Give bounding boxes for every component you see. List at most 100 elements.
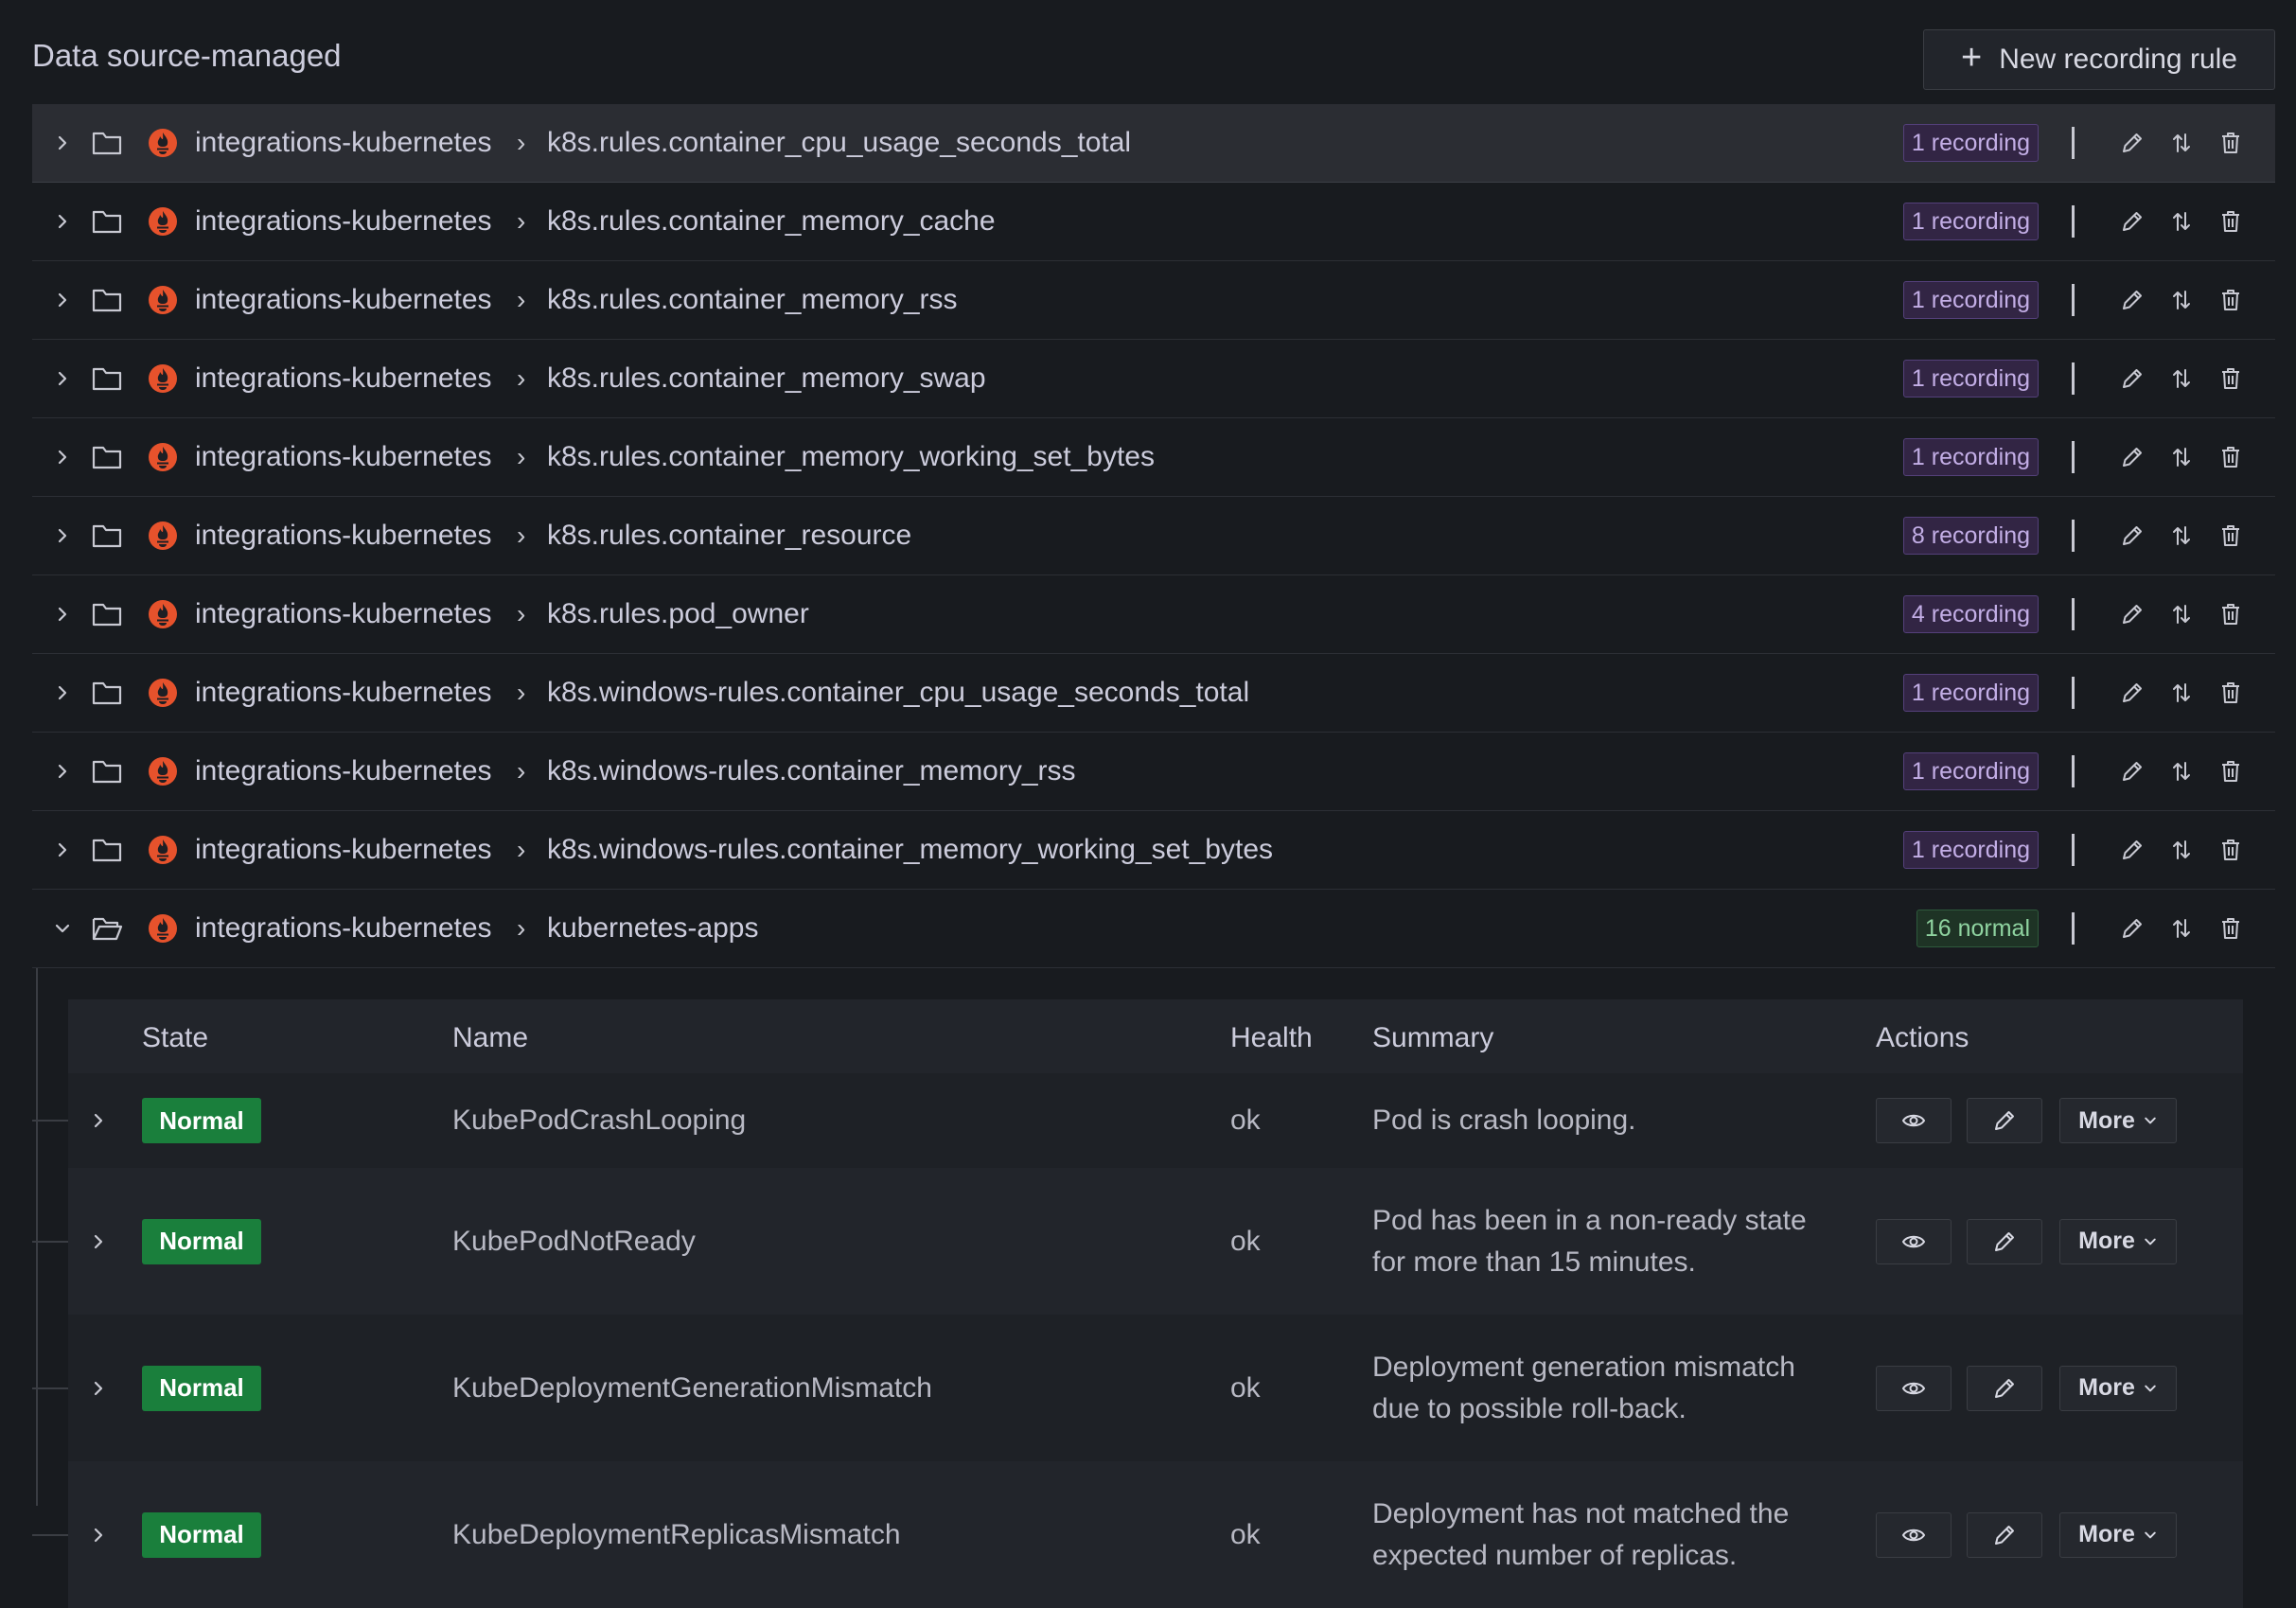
- breadcrumb-separator: ›: [517, 599, 526, 628]
- chevron-right-icon[interactable]: [53, 762, 72, 781]
- action-divider: [2072, 677, 2075, 709]
- folder-icon: [91, 364, 123, 393]
- rule-group-row[interactable]: integrations-kubernetes › kubernetes-apps 1…: [32, 890, 2275, 968]
- pencil-icon[interactable]: [2118, 129, 2146, 157]
- view-rule-button[interactable]: [1876, 1511, 1952, 1558]
- pencil-icon[interactable]: [2118, 836, 2146, 864]
- arrows-up-down-icon[interactable]: [2167, 836, 2196, 864]
- group-namespace: integrations-kubernetes: [195, 834, 492, 865]
- eye-icon: [1900, 1228, 1927, 1255]
- tree-branch-line: [32, 1533, 68, 1536]
- chevron-right-icon[interactable]: [53, 133, 72, 152]
- trash-icon[interactable]: [2217, 600, 2245, 628]
- trash-icon[interactable]: [2217, 757, 2245, 786]
- pencil-icon[interactable]: [2118, 364, 2146, 393]
- more-menu-button[interactable]: More: [2059, 1365, 2177, 1411]
- prometheus-logo-icon: [148, 521, 178, 551]
- chevron-right-icon[interactable]: [53, 683, 72, 702]
- arrows-up-down-icon[interactable]: [2167, 286, 2196, 314]
- rule-group-row[interactable]: integrations-kubernetes › k8s.rules.contai…: [32, 340, 2275, 418]
- rule-group-row[interactable]: integrations-kubernetes › k8s.rules.contai…: [32, 104, 2275, 183]
- trash-icon[interactable]: [2217, 836, 2245, 864]
- chevron-right-icon[interactable]: [53, 212, 72, 231]
- chevron-down-icon[interactable]: [53, 919, 72, 938]
- pencil-icon[interactable]: [2118, 443, 2146, 471]
- state-badge: Normal: [142, 1098, 261, 1143]
- prometheus-logo-icon: [148, 678, 178, 708]
- chevron-right-icon[interactable]: [53, 291, 72, 309]
- arrows-up-down-icon[interactable]: [2167, 129, 2196, 157]
- action-divider: [2072, 441, 2075, 473]
- group-count-badge: 1 recording: [1902, 438, 2039, 476]
- view-rule-button[interactable]: [1876, 1098, 1952, 1143]
- arrows-up-down-icon[interactable]: [2167, 914, 2196, 943]
- pencil-icon[interactable]: [2118, 600, 2146, 628]
- pencil-icon[interactable]: [2118, 286, 2146, 314]
- rule-group-row[interactable]: integrations-kubernetes › k8s.windows-rule…: [32, 811, 2275, 890]
- more-label: More: [2078, 1228, 2135, 1254]
- arrows-up-down-icon[interactable]: [2167, 521, 2196, 550]
- breadcrumb-separator: ›: [517, 835, 526, 864]
- trash-icon[interactable]: [2217, 443, 2245, 471]
- edit-rule-button[interactable]: [1967, 1365, 2042, 1411]
- pencil-icon[interactable]: [2118, 679, 2146, 707]
- trash-icon[interactable]: [2217, 364, 2245, 393]
- edit-rule-button[interactable]: [1967, 1098, 2042, 1143]
- more-menu-button[interactable]: More: [2059, 1511, 2177, 1558]
- chevron-right-icon[interactable]: [53, 369, 72, 388]
- pencil-icon[interactable]: [2118, 914, 2146, 943]
- prometheus-logo-icon: [148, 285, 178, 315]
- rule-group-row[interactable]: integrations-kubernetes › k8s.rules.contai…: [32, 418, 2275, 497]
- rule-group-row[interactable]: integrations-kubernetes › k8s.rules.pod_ow…: [32, 575, 2275, 654]
- trash-icon[interactable]: [2217, 679, 2245, 707]
- arrows-up-down-icon[interactable]: [2167, 443, 2196, 471]
- chevron-right-icon[interactable]: [89, 1232, 108, 1251]
- trash-icon[interactable]: [2217, 286, 2245, 314]
- arrows-up-down-icon[interactable]: [2167, 364, 2196, 393]
- action-divider: [2072, 598, 2075, 630]
- rule-health: ok: [1230, 1225, 1261, 1257]
- rule-group-row[interactable]: integrations-kubernetes › k8s.rules.contai…: [32, 261, 2275, 340]
- rule-group-row[interactable]: integrations-kubernetes › k8s.rules.contai…: [32, 183, 2275, 261]
- new-recording-rule-label: New recording rule: [1999, 44, 2237, 75]
- rule-group-row[interactable]: integrations-kubernetes › k8s.windows-rule…: [32, 733, 2275, 811]
- rule-group-row[interactable]: integrations-kubernetes › k8s.windows-rule…: [32, 654, 2275, 733]
- trash-icon[interactable]: [2217, 521, 2245, 550]
- arrows-up-down-icon[interactable]: [2167, 679, 2196, 707]
- column-header-name: Name: [452, 1022, 529, 1053]
- pencil-icon[interactable]: [2118, 207, 2146, 236]
- group-name: k8s.rules.container_memory_working_set_b…: [547, 441, 1155, 472]
- group-name: k8s.rules.container_memory_rss: [547, 284, 958, 315]
- chevron-right-icon[interactable]: [89, 1526, 108, 1545]
- trash-icon[interactable]: [2217, 129, 2245, 157]
- pencil-icon: [1990, 1106, 2019, 1135]
- chevron-right-icon[interactable]: [53, 526, 72, 545]
- breadcrumb-separator: ›: [517, 913, 526, 943]
- pencil-icon[interactable]: [2118, 521, 2146, 550]
- edit-rule-button[interactable]: [1967, 1218, 2042, 1264]
- pencil-icon[interactable]: [2118, 757, 2146, 786]
- group-name: k8s.windows-rules.container_cpu_usage_se…: [547, 677, 1250, 708]
- edit-rule-button[interactable]: [1967, 1511, 2042, 1558]
- view-rule-button[interactable]: [1876, 1365, 1952, 1411]
- arrows-up-down-icon[interactable]: [2167, 757, 2196, 786]
- trash-icon[interactable]: [2217, 914, 2245, 943]
- more-menu-button[interactable]: More: [2059, 1098, 2177, 1143]
- new-recording-rule-button[interactable]: + New recording rule: [1923, 29, 2275, 90]
- arrows-up-down-icon[interactable]: [2167, 600, 2196, 628]
- more-menu-button[interactable]: More: [2059, 1218, 2177, 1264]
- group-namespace: integrations-kubernetes: [195, 677, 492, 708]
- chevron-right-icon[interactable]: [53, 840, 72, 859]
- rule-group-row[interactable]: integrations-kubernetes › k8s.rules.contai…: [32, 497, 2275, 575]
- group-name: k8s.windows-rules.container_memory_rss: [547, 755, 1076, 786]
- chevron-right-icon[interactable]: [53, 448, 72, 467]
- trash-icon[interactable]: [2217, 207, 2245, 236]
- view-rule-button[interactable]: [1876, 1218, 1952, 1264]
- breadcrumb-separator: ›: [517, 756, 526, 786]
- chevron-right-icon[interactable]: [89, 1111, 108, 1130]
- chevron-right-icon[interactable]: [53, 605, 72, 624]
- folder-icon: [91, 757, 123, 786]
- table-row: Normal KubeDeploymentGenerationMismatch ok…: [32, 1315, 2243, 1461]
- arrows-up-down-icon[interactable]: [2167, 207, 2196, 236]
- chevron-right-icon[interactable]: [89, 1379, 108, 1398]
